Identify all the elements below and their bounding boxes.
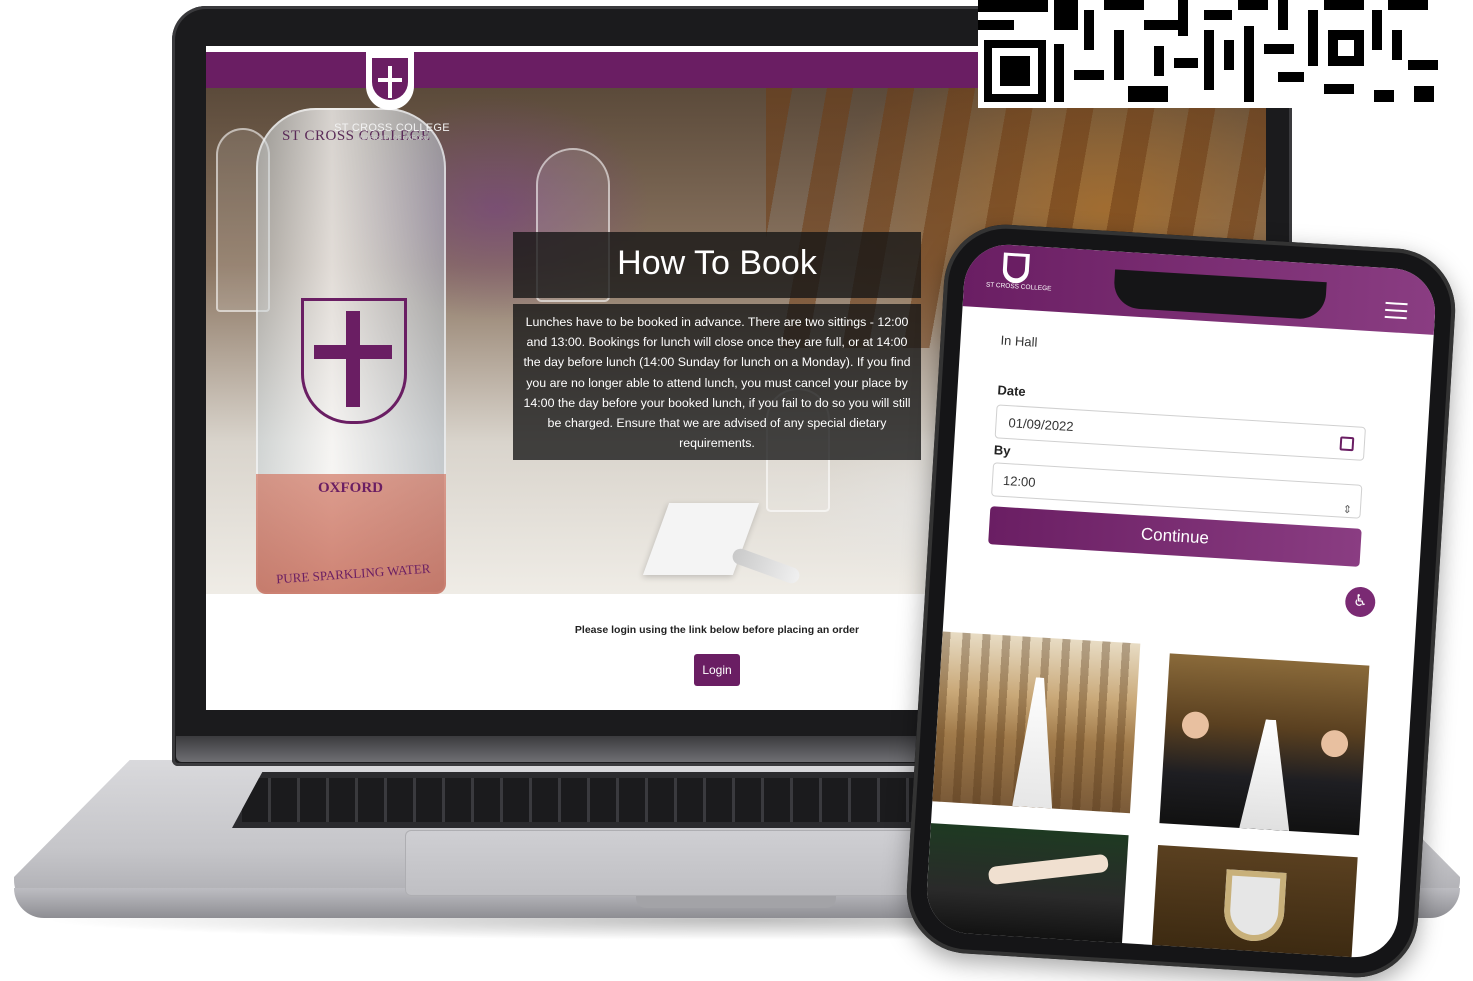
bottle-label-mid: OXFORD (318, 480, 383, 496)
howto-body-box: Lunches have to be booked in advance. Th… (513, 304, 921, 460)
logo-subtext: UNIVERSITY OF OXFORD (355, 136, 429, 142)
college-logo-icon[interactable] (366, 52, 418, 116)
select-arrows-icon[interactable]: ⇕ (1342, 493, 1353, 527)
calendar-icon[interactable] (1339, 436, 1355, 452)
date-field[interactable]: 01/09/2022 (994, 404, 1366, 461)
phone: ST CROSS COLLEGE In Hall Date 01/09/2022… (903, 221, 1459, 981)
laptop-front-notch (636, 896, 836, 908)
howto-title-box: How To Book (513, 232, 921, 298)
date-label: Date (997, 382, 1027, 400)
login-button[interactable]: Login (694, 654, 740, 686)
spoon (730, 546, 802, 586)
dining-hall-photo (932, 631, 1141, 814)
phone-logo-text: ST CROSS COLLEGE (985, 281, 1052, 293)
time-value: 12:00 (1002, 472, 1036, 490)
logo-text: ST CROSS COLLEGE (334, 122, 450, 134)
date-value: 01/09/2022 (1008, 415, 1074, 435)
bottle-crest-icon (301, 298, 407, 424)
by-label: By (993, 442, 1011, 459)
howto-body: Lunches have to be booked in advance. Th… (523, 315, 911, 451)
accessibility-icon[interactable]: ♿ (1344, 586, 1377, 618)
qr-code (978, 0, 1444, 108)
phone-screen: ST CROSS COLLEGE In Hall Date 01/09/2022… (924, 242, 1438, 960)
in-hall-label: In Hall (1000, 332, 1038, 350)
water-bottle (256, 108, 446, 594)
college-crest-photo (1151, 845, 1358, 960)
phone-college-logo-icon[interactable] (1002, 252, 1032, 287)
wine-pouring-photo (924, 823, 1129, 946)
hamburger-menu-icon[interactable] (1384, 301, 1408, 320)
formal-dinner-photo (1159, 653, 1370, 836)
howto-title: How To Book (617, 244, 817, 282)
qr-finder (984, 40, 1046, 102)
